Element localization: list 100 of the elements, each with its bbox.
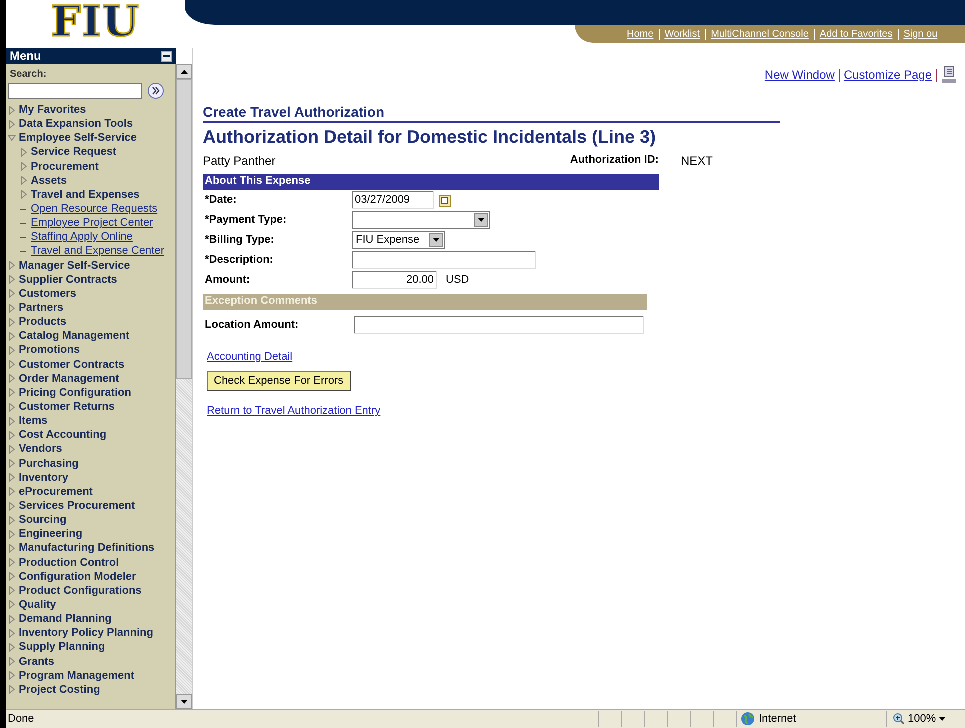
scroll-thumb[interactable]	[176, 79, 192, 379]
expand-arrow-icon[interactable]	[8, 600, 16, 610]
menu-link[interactable]: Travel and Expense Center	[31, 245, 164, 258]
caret-icon[interactable]	[939, 717, 946, 721]
expand-arrow-icon[interactable]	[8, 657, 16, 666]
check-errors-button[interactable]: Check Expense For Errors	[207, 371, 351, 391]
expand-arrow-icon[interactable]	[8, 332, 16, 341]
menu-item[interactable]: Catalog Management	[19, 330, 130, 342]
page-link[interactable]: Customize Page	[844, 68, 932, 82]
menu-link[interactable]: Staffing Apply Online	[31, 231, 133, 244]
expand-arrow-icon[interactable]	[8, 430, 16, 440]
expand-arrow-icon[interactable]	[8, 487, 16, 496]
menu-item[interactable]: Supply Planning	[19, 641, 106, 654]
expand-arrow-icon[interactable]	[8, 134, 16, 143]
scrollbar[interactable]	[176, 64, 192, 709]
menu-item[interactable]: Travel and Expenses	[31, 188, 140, 201]
expand-arrow-icon[interactable]	[20, 162, 28, 172]
menu-item[interactable]: Project Costing	[19, 684, 100, 696]
page-link[interactable]: New Window	[764, 68, 835, 82]
menu-item[interactable]: My Favorites	[19, 104, 86, 116]
search-go-icon[interactable]	[147, 82, 165, 100]
date-field[interactable]: 03/27/2009	[352, 191, 434, 209]
expand-arrow-icon[interactable]	[8, 388, 16, 398]
menu-item[interactable]: Inventory Policy Planning	[19, 627, 154, 640]
expand-arrow-icon[interactable]	[8, 516, 16, 525]
expand-arrow-icon[interactable]	[8, 106, 16, 115]
expand-arrow-icon[interactable]	[8, 275, 16, 284]
menu-item[interactable]: Pricing Configuration	[19, 386, 132, 399]
expand-arrow-icon[interactable]	[8, 318, 16, 327]
calendar-icon[interactable]	[439, 194, 451, 206]
expand-arrow-icon[interactable]	[8, 502, 16, 510]
expand-arrow-icon[interactable]	[8, 374, 16, 384]
menu-item[interactable]: Manufacturing Definitions	[19, 542, 155, 554]
expand-arrow-icon[interactable]	[8, 416, 16, 426]
http-document-icon[interactable]	[941, 66, 957, 84]
zoom-icon[interactable]	[893, 713, 905, 725]
zoom-level[interactable]: 100%	[908, 713, 936, 725]
expand-arrow-icon[interactable]	[8, 473, 16, 482]
menu-item[interactable]: Assets	[31, 174, 68, 187]
menu-item[interactable]: Service Request	[31, 146, 117, 158]
expand-arrow-icon[interactable]	[8, 572, 16, 582]
expand-arrow-icon[interactable]	[8, 614, 16, 624]
expand-arrow-icon[interactable]	[20, 190, 28, 200]
menu-item[interactable]: eProcurement	[19, 486, 93, 498]
menu-item[interactable]: Engineering	[19, 528, 83, 540]
dropdown[interactable]	[352, 211, 490, 229]
expand-arrow-icon[interactable]	[8, 628, 16, 638]
menu-item[interactable]: Vendors	[19, 443, 62, 456]
expand-arrow-icon[interactable]	[8, 671, 16, 680]
expand-arrow-icon[interactable]	[8, 346, 16, 355]
menu-item[interactable]: Manager Self-Service	[19, 260, 130, 272]
menu-item[interactable]: Grants	[19, 656, 54, 668]
expand-arrow-icon[interactable]	[8, 261, 16, 270]
collapse-button[interactable]	[161, 50, 172, 62]
amount-field[interactable]: 20.00	[352, 271, 437, 289]
menu-item[interactable]: Program Management	[19, 670, 135, 682]
accounting-detail-link[interactable]: Accounting Detail	[207, 351, 293, 363]
menu-item[interactable]: Quality	[19, 598, 56, 611]
expand-arrow-icon[interactable]	[8, 586, 16, 596]
menu-item[interactable]: Purchasing	[19, 458, 79, 470]
expand-arrow-icon[interactable]	[8, 120, 16, 129]
menu-item[interactable]: Customer Contracts	[19, 358, 125, 371]
menu-item[interactable]: Promotions	[19, 344, 80, 356]
menu-item[interactable]: Order Management	[19, 372, 120, 385]
expand-arrow-icon[interactable]	[8, 304, 16, 313]
expand-arrow-icon[interactable]	[8, 530, 16, 539]
scroll-down-button[interactable]	[176, 694, 192, 709]
menu-item[interactable]: Production Control	[19, 556, 120, 569]
menu-item[interactable]: Products	[19, 316, 67, 328]
return-link[interactable]: Return to Travel Authorization Entry	[207, 405, 381, 417]
menu-item[interactable]: Sourcing	[19, 514, 67, 526]
expand-arrow-icon[interactable]	[8, 360, 16, 370]
scroll-up-button[interactable]	[176, 64, 192, 79]
menu-link[interactable]: Open Resource Requests	[31, 203, 158, 216]
menu-item[interactable]: Data Expansion Tools	[19, 118, 134, 130]
expand-arrow-icon[interactable]	[8, 544, 16, 553]
menu-item[interactable]: Items	[19, 415, 48, 428]
expand-arrow-icon[interactable]	[20, 148, 28, 157]
menu-item[interactable]: Partners	[19, 302, 64, 314]
menu-item[interactable]: Employee Self-Service	[19, 132, 138, 144]
text-field[interactable]	[352, 251, 536, 269]
expand-arrow-icon[interactable]	[8, 685, 16, 694]
menu-item[interactable]: Demand Planning	[19, 613, 112, 626]
menu-link[interactable]: Employee Project Center	[31, 217, 154, 230]
menu-item[interactable]: Configuration Modeler	[19, 570, 136, 583]
menu-item[interactable]: Services Procurement	[19, 500, 136, 512]
dropdown[interactable]: FIU Expense	[352, 231, 445, 249]
expand-arrow-icon[interactable]	[8, 558, 16, 568]
expand-arrow-icon[interactable]	[20, 176, 28, 186]
menu-item[interactable]: Customer Returns	[19, 401, 115, 414]
expand-arrow-icon[interactable]	[8, 642, 16, 652]
search-field[interactable]	[8, 83, 142, 99]
expand-arrow-icon[interactable]	[8, 402, 16, 412]
menu-item[interactable]: Procurement	[31, 160, 99, 173]
expand-arrow-icon[interactable]	[8, 459, 16, 468]
menu-item[interactable]: Supplier Contracts	[19, 274, 118, 286]
expand-arrow-icon[interactable]	[8, 444, 16, 454]
menu-item[interactable]: Product Configurations	[19, 584, 142, 597]
menu-item[interactable]: Customers	[19, 288, 76, 300]
expand-arrow-icon[interactable]	[8, 289, 16, 298]
